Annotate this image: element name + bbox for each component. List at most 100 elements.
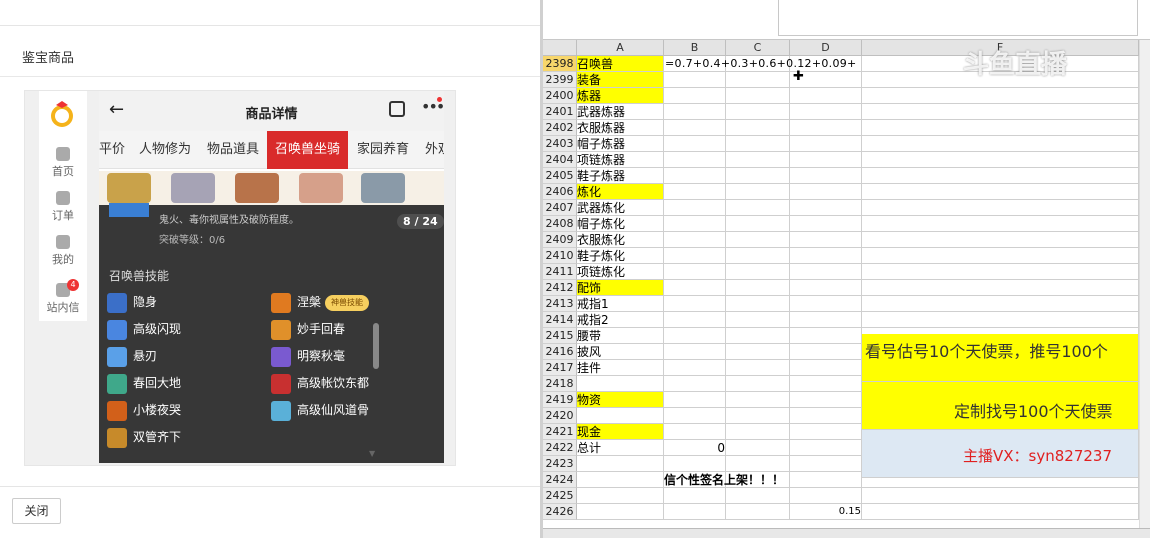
- row-number[interactable]: 2399: [543, 72, 577, 88]
- cell-d[interactable]: [790, 408, 862, 424]
- cell-c[interactable]: [726, 360, 790, 376]
- skill-item[interactable]: 双管齐下: [107, 426, 181, 448]
- cell-f[interactable]: [862, 280, 1139, 296]
- cell-a[interactable]: 戒指1: [577, 296, 664, 312]
- row-number[interactable]: 2407: [543, 200, 577, 216]
- cell-a[interactable]: 衣服炼器: [577, 120, 664, 136]
- cell-c[interactable]: [726, 168, 790, 184]
- cell-d[interactable]: [790, 168, 862, 184]
- cell-d[interactable]: [790, 440, 862, 456]
- cell-c[interactable]: [726, 488, 790, 504]
- vertical-scrollbar[interactable]: [1139, 40, 1150, 538]
- cell-f[interactable]: [862, 504, 1139, 520]
- cell-d[interactable]: [790, 264, 862, 280]
- cell-b[interactable]: [664, 456, 726, 472]
- cell-b[interactable]: [664, 408, 726, 424]
- cell-d[interactable]: [790, 88, 862, 104]
- cell-b[interactable]: [664, 88, 726, 104]
- cell-f[interactable]: [862, 248, 1139, 264]
- cell-d[interactable]: 0.15: [790, 504, 862, 520]
- cell-b[interactable]: [664, 200, 726, 216]
- cell-d[interactable]: [790, 232, 862, 248]
- tab-character[interactable]: 人物修为: [139, 131, 191, 169]
- column-header-a[interactable]: A: [577, 40, 664, 56]
- cell-b[interactable]: [664, 216, 726, 232]
- cell-d[interactable]: [790, 424, 862, 440]
- cell-a[interactable]: 项链炼化: [577, 264, 664, 280]
- row-number[interactable]: 2423: [543, 456, 577, 472]
- tab-appearance[interactable]: 外观: [425, 131, 444, 169]
- cell-a[interactable]: 召唤兽: [577, 56, 664, 72]
- cell-f[interactable]: [862, 88, 1139, 104]
- cell-b[interactable]: [664, 136, 726, 152]
- cell-c[interactable]: [726, 328, 790, 344]
- cell-c[interactable]: [726, 296, 790, 312]
- row-number[interactable]: 2408: [543, 216, 577, 232]
- skill-item[interactable]: 明察秋毫: [271, 345, 345, 367]
- cell-d[interactable]: [790, 344, 862, 360]
- cell-c[interactable]: [726, 344, 790, 360]
- cell-d[interactable]: [790, 488, 862, 504]
- cell-b[interactable]: [664, 488, 726, 504]
- skill-item[interactable]: 隐身: [107, 291, 157, 313]
- row-number[interactable]: 2420: [543, 408, 577, 424]
- cell-c[interactable]: [726, 424, 790, 440]
- row-number[interactable]: 2404: [543, 152, 577, 168]
- cell-f[interactable]: [862, 200, 1139, 216]
- row-number[interactable]: 2403: [543, 136, 577, 152]
- scroll-down-icon[interactable]: ▼: [369, 449, 375, 458]
- cell-b[interactable]: [664, 168, 726, 184]
- cell-d[interactable]: [790, 280, 862, 296]
- tab-home[interactable]: 家园养育: [357, 131, 409, 169]
- row-number[interactable]: 2414: [543, 312, 577, 328]
- cell-a[interactable]: 挂件: [577, 360, 664, 376]
- cell-a[interactable]: 物资: [577, 392, 664, 408]
- cell-c[interactable]: [726, 456, 790, 472]
- cell-c[interactable]: [726, 408, 790, 424]
- cell-b[interactable]: [664, 152, 726, 168]
- row-number[interactable]: 2410: [543, 248, 577, 264]
- cell-c[interactable]: [726, 376, 790, 392]
- cell-b[interactable]: [664, 104, 726, 120]
- cell-a[interactable]: 项链炼器: [577, 152, 664, 168]
- cell-f[interactable]: [862, 120, 1139, 136]
- cell-b[interactable]: [664, 296, 726, 312]
- cell-d[interactable]: [790, 136, 862, 152]
- skill-item[interactable]: 春回大地: [107, 372, 181, 394]
- cell-b[interactable]: [664, 264, 726, 280]
- column-header-d[interactable]: D: [790, 40, 862, 56]
- row-number[interactable]: 2417: [543, 360, 577, 376]
- cell-b[interactable]: [664, 184, 726, 200]
- cell-b[interactable]: [664, 504, 726, 520]
- pet-thumbnail[interactable]: [299, 173, 343, 203]
- cell-b[interactable]: [664, 248, 726, 264]
- row-number[interactable]: 2421: [543, 424, 577, 440]
- cell-b[interactable]: 0: [664, 440, 726, 456]
- cell-c[interactable]: [726, 216, 790, 232]
- cell-b[interactable]: [664, 328, 726, 344]
- row-number[interactable]: 2409: [543, 232, 577, 248]
- cell-c[interactable]: [726, 136, 790, 152]
- cell-a[interactable]: 帽子炼器: [577, 136, 664, 152]
- cell-d[interactable]: [790, 248, 862, 264]
- cell-b[interactable]: [664, 360, 726, 376]
- cell-f[interactable]: [862, 264, 1139, 280]
- cell-d[interactable]: [790, 216, 862, 232]
- cell-b[interactable]: 信个性签名上架！！！: [664, 472, 784, 488]
- row-number[interactable]: 2405: [543, 168, 577, 184]
- cell-a[interactable]: [577, 408, 664, 424]
- cell-c[interactable]: [726, 152, 790, 168]
- pet-thumbnail[interactable]: [361, 173, 405, 203]
- cell-d[interactable]: [790, 152, 862, 168]
- cell-f[interactable]: [862, 312, 1139, 328]
- skill-item[interactable]: 小楼夜哭: [107, 399, 181, 421]
- row-number[interactable]: 2419: [543, 392, 577, 408]
- cell-a[interactable]: 武器炼器: [577, 104, 664, 120]
- cell-f[interactable]: [862, 152, 1139, 168]
- cell-d[interactable]: [790, 184, 862, 200]
- cell-b[interactable]: [664, 72, 726, 88]
- cell-f[interactable]: [862, 296, 1139, 312]
- cell-d[interactable]: [790, 200, 862, 216]
- row-number[interactable]: 2401: [543, 104, 577, 120]
- cell-f[interactable]: [862, 216, 1139, 232]
